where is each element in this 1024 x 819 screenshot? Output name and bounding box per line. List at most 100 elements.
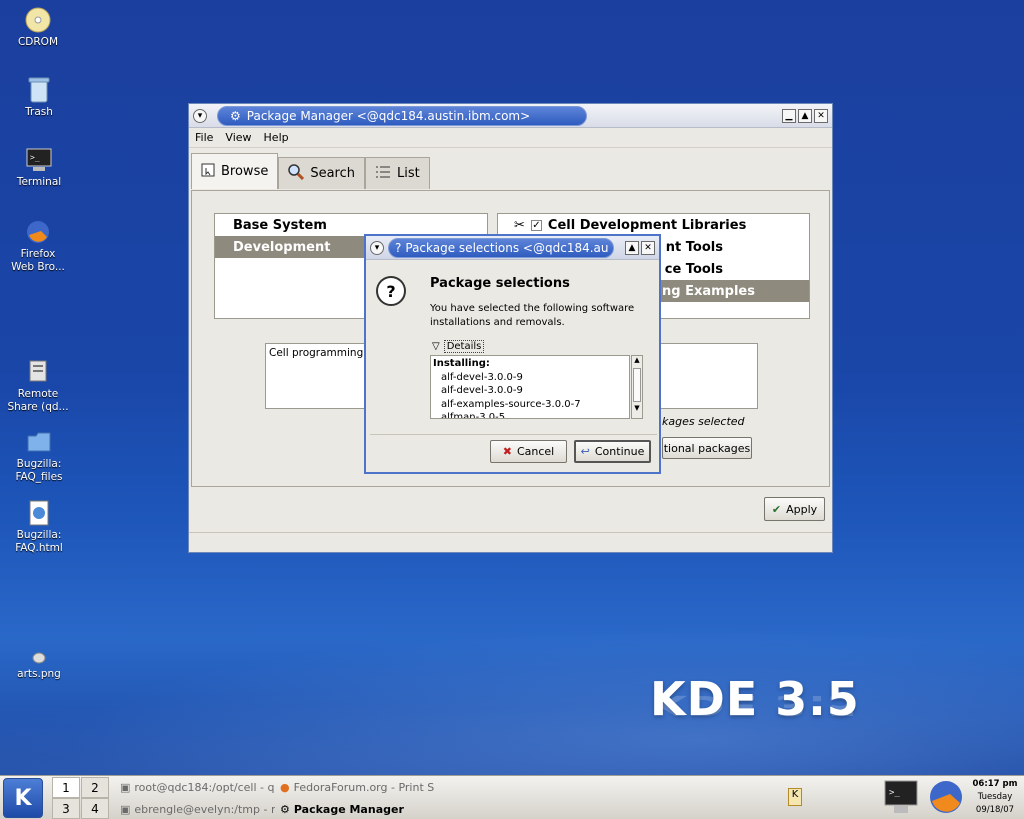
list-item[interactable]: ✂ ✓ Cell Development Libraries (498, 214, 809, 236)
details-list[interactable]: Installing: alf-devel-3.0.0-9 alf-devel-… (430, 355, 630, 419)
svg-text:>_: >_ (889, 788, 900, 798)
firefox-icon: ● (280, 780, 290, 794)
desktop-icon-label: Bugzilla: FAQ_files (15, 458, 63, 483)
window-menu-icon[interactable]: ▾ (370, 240, 384, 255)
konsole-icon: ▣ (120, 780, 131, 794)
desktop-icon-faq-files[interactable]: Bugzilla: FAQ_files (1, 428, 77, 484)
svg-text:>_: >_ (30, 153, 40, 162)
scroll-down-icon[interactable]: ▼ (632, 404, 642, 414)
list-item: alf-devel-3.0.0-9 (441, 385, 523, 396)
list-icon (375, 165, 391, 183)
task-button-active[interactable]: ⚙ Package Manager (280, 799, 435, 819)
list-item: alfman-3.0-5 (441, 412, 506, 419)
title-bar[interactable]: ▾ ? Package selections <@qdc184.au ▲ ✕ (366, 236, 659, 260)
trash-icon (25, 76, 53, 104)
menu-file[interactable]: File (195, 131, 213, 144)
cdrom-icon (24, 6, 52, 34)
list-item: alf-devel-3.0.0-9 (441, 371, 523, 383)
menu-bar: File View Help (189, 128, 832, 148)
kde-logo-reflection: KDE 3.5 (650, 689, 860, 722)
desktop-icon-label: arts.png (17, 668, 61, 680)
package-selections-dialog: ▾ ? Package selections <@qdc184.au ▲ ✕ ?… (364, 234, 661, 474)
terminal-icon: >_ (25, 146, 53, 174)
desktop-icon-label: Bugzilla: FAQ.html (15, 529, 63, 554)
window-title: ⚙ Package Manager <@qdc184.austin.ibm.co… (217, 105, 587, 126)
k-menu-button[interactable]: K (3, 778, 43, 818)
window-title: ? Package selections <@qdc184.au (388, 237, 614, 258)
cancel-icon: ✖ (502, 445, 512, 458)
tab-bar: Browse Search List (189, 153, 832, 189)
cancel-button[interactable]: ✖ Cancel (490, 440, 567, 463)
details-toggle[interactable]: ▽ Details (432, 340, 485, 353)
desktop-4-button[interactable]: 4 (81, 798, 109, 819)
packages-selected-label: kages selected (662, 415, 745, 428)
desktop-icon-faq-html[interactable]: Bugzilla: FAQ.html (1, 499, 77, 555)
list-item[interactable]: Base System (215, 214, 487, 236)
package-icon: ⚙ (230, 108, 241, 123)
dialog-heading: Package selections (430, 276, 570, 291)
clipboard-icon[interactable]: K (788, 788, 802, 806)
continue-icon: ↩ (580, 445, 590, 458)
desktop-icon-trash[interactable]: Trash (1, 76, 77, 119)
konsole-icon: ▣ (120, 802, 131, 816)
scroll-thumb[interactable] (633, 368, 641, 402)
desktop-icon-arts[interactable]: arts.png (1, 650, 77, 681)
optional-packages-button[interactable]: tional packages (662, 437, 752, 459)
maximize-icon[interactable]: ▲ (625, 240, 639, 255)
triangle-down-icon: ▽ (432, 341, 440, 352)
continue-button[interactable]: ↩ Continue (574, 440, 651, 463)
desktop-icon-label: Remote Share (qd... (7, 388, 69, 413)
image-file-icon (25, 650, 53, 666)
firefox-launcher-icon[interactable] (928, 779, 964, 815)
list-header: Installing: (433, 358, 490, 369)
clock[interactable]: 06:17 pm Tuesday 09/18/07 (968, 778, 1022, 817)
close-icon[interactable]: ✕ (641, 240, 655, 255)
question-icon: ? (376, 276, 406, 306)
task-button[interactable]: ▣ root@qdc184:/opt/cell - qdc (120, 777, 275, 797)
desktop-3-button[interactable]: 3 (52, 798, 80, 819)
minimize-icon[interactable]: ▁ (782, 108, 796, 123)
scroll-up-icon[interactable]: ▲ (632, 356, 642, 366)
firefox-icon (24, 218, 52, 246)
wallpaper-swoosh (0, 610, 1024, 780)
help-icon: ? (395, 240, 402, 255)
task-button[interactable]: ▣ ebrengle@evelyn:/tmp - ro (120, 799, 275, 819)
tab-list[interactable]: List (365, 157, 430, 189)
desktop-2-button[interactable]: 2 (81, 777, 109, 798)
terminal-launcher-icon[interactable]: >_ (882, 778, 920, 816)
desktop-1-button[interactable]: 1 (52, 777, 80, 798)
search-icon (288, 163, 305, 184)
close-icon[interactable]: ✕ (814, 108, 828, 123)
remote-share-icon (24, 358, 52, 386)
browse-icon (201, 163, 215, 181)
desktop-icon-cdrom[interactable]: CDROM (0, 6, 76, 49)
window-menu-icon[interactable]: ▾ (193, 108, 207, 123)
tools-icon: ✂ (514, 217, 525, 233)
desktop-icon-terminal[interactable]: >_ Terminal (1, 146, 77, 189)
tab-search[interactable]: Search (278, 157, 366, 189)
status-bar (189, 532, 832, 552)
desktop-icon-label: Trash (25, 106, 53, 118)
folder-icon (25, 428, 53, 456)
divider (370, 434, 657, 435)
maximize-icon[interactable]: ▲ (798, 108, 812, 123)
html-file-icon (25, 499, 53, 527)
desktop-icon-label: Firefox Web Bro... (11, 248, 65, 273)
checkbox[interactable]: ✓ (530, 219, 542, 231)
title-bar[interactable]: ▾ ⚙ Package Manager <@qdc184.austin.ibm.… (189, 104, 832, 128)
taskbar: K 1 2 3 4 ▣ root@qdc184:/opt/cell - qdc ●… (0, 775, 1024, 819)
task-button[interactable]: ● FedoraForum.org - Print S (280, 777, 435, 797)
menu-view[interactable]: View (225, 131, 251, 144)
desktop-icon-remote-share[interactable]: Remote Share (qd... (0, 358, 76, 414)
tab-browse[interactable]: Browse (191, 153, 279, 189)
desktop-icon-firefox[interactable]: Firefox Web Bro... (0, 218, 76, 274)
apply-button[interactable]: ✔ Apply (764, 497, 825, 521)
menu-help[interactable]: Help (264, 131, 289, 144)
desktop-icon-label: Terminal (16, 176, 62, 188)
check-icon: ✔ (771, 502, 782, 516)
scrollbar[interactable]: ▲ ▼ (631, 355, 643, 419)
package-icon: ⚙ (280, 802, 290, 816)
desktop-icon-label: CDROM (17, 36, 59, 48)
dialog-message: You have selected the following software… (430, 303, 635, 328)
list-item: alf-examples-source-3.0.0-7 (441, 398, 581, 410)
